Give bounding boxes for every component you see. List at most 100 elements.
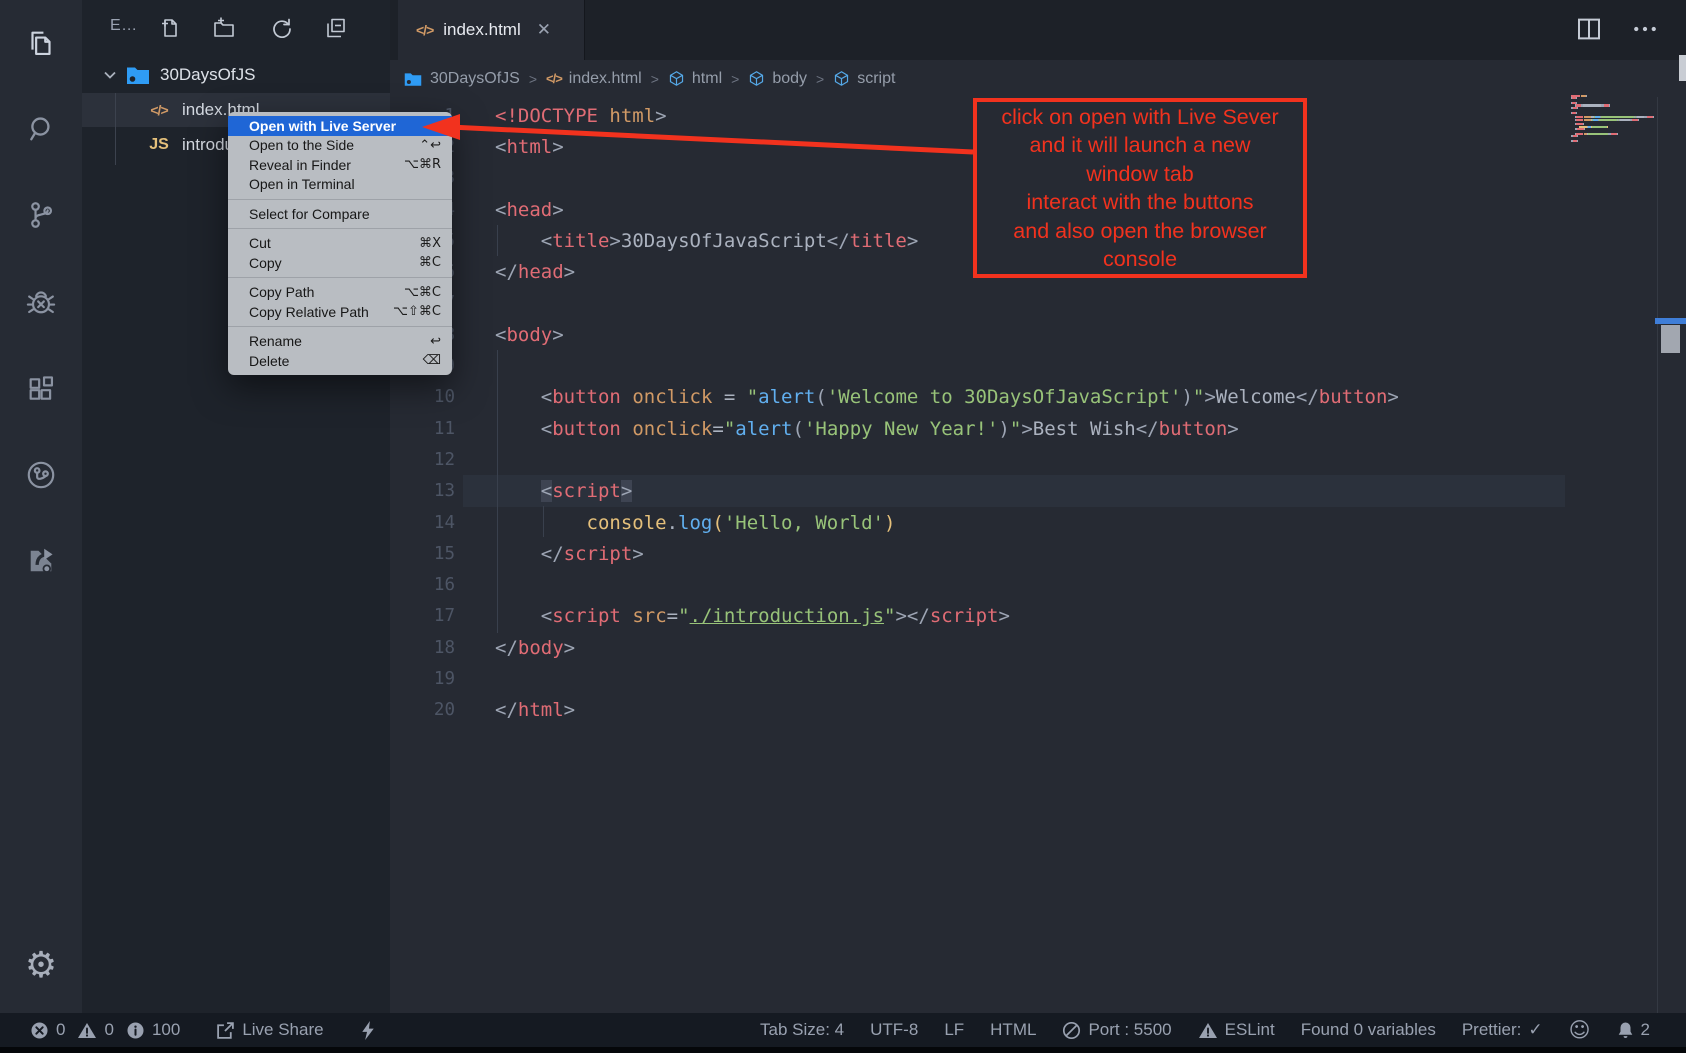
new-file-icon[interactable] — [158, 16, 182, 40]
code-line[interactable]: 10 <button onclick = "alert('Welcome to … — [390, 382, 1566, 413]
code-text: <script src="./introduction.js"></script… — [495, 605, 1010, 627]
files-icon[interactable] — [18, 20, 64, 66]
symbol-cube-icon — [668, 70, 685, 87]
tree-item-root-folder[interactable]: 30DaysOfJS — [82, 58, 390, 92]
chevron-right-icon: > — [529, 71, 537, 87]
breadcrumb-item-html[interactable]: html — [668, 70, 722, 88]
share-icon — [216, 1021, 235, 1040]
menu-item[interactable]: Copy⌘C — [228, 253, 452, 273]
bolt-icon[interactable] — [360, 1020, 376, 1041]
menu-item[interactable]: Reveal in Finder⌥⌘R — [228, 155, 452, 175]
code-line[interactable]: 11 <button onclick="alert('Happy New Yea… — [390, 413, 1566, 444]
code-line[interactable]: 15 </script> — [390, 538, 1566, 569]
menu-item[interactable]: Delete⌫ — [228, 351, 452, 371]
code-line[interactable]: 18</body> — [390, 632, 1566, 663]
menu-item[interactable]: Open with Live Server — [228, 116, 452, 136]
eslint-indicator[interactable]: ESLint — [1198, 1020, 1275, 1040]
search-icon[interactable] — [18, 106, 64, 152]
minimap-line — [1571, 128, 1585, 130]
breadcrumb-item-script[interactable]: script — [833, 70, 895, 88]
code-line[interactable]: 13 <script> — [390, 476, 1566, 507]
port-icon — [1062, 1021, 1081, 1040]
activity-bar: ⚙ — [0, 0, 82, 1013]
publish-icon[interactable] — [18, 538, 64, 584]
html-file-icon: </> — [142, 102, 176, 118]
encoding-indicator[interactable]: UTF-8 — [870, 1020, 918, 1040]
line-number: 19 — [390, 669, 455, 689]
code-text: </html> — [495, 699, 575, 721]
minimap-line — [1571, 112, 1577, 114]
code-line[interactable]: 16 — [390, 569, 1566, 600]
menu-item[interactable]: Open in Terminal — [228, 175, 452, 195]
eol-indicator[interactable]: LF — [944, 1020, 964, 1040]
code-line[interactable]: 9 — [390, 350, 1566, 381]
source-control-icon[interactable] — [18, 192, 64, 238]
code-text: <body> — [495, 324, 564, 346]
variables-indicator[interactable]: Found 0 variables — [1301, 1020, 1436, 1040]
menu-item[interactable]: Copy Relative Path⌥⇧⌘C — [228, 302, 452, 322]
breadcrumb-item-folder[interactable]: 30DaysOfJS — [403, 70, 520, 88]
status-bar: 0 0 100 Live Share Tab Size: 4 UTF — [0, 1013, 1686, 1053]
menu-item[interactable]: Copy Path⌥⌘C — [228, 283, 452, 303]
code-text: <button onclick="alert('Happy New Year!'… — [495, 418, 1239, 440]
breadcrumb-item-file[interactable]: </> index.html — [546, 70, 642, 88]
scroll-top-mark — [1679, 55, 1686, 81]
new-folder-icon[interactable] — [212, 16, 236, 40]
code-line[interactable]: 20 </html> — [390, 695, 1566, 726]
annotation-line: interact with the buttons — [977, 188, 1303, 217]
code-line[interactable]: 19 — [390, 663, 1566, 694]
feedback-smiley-icon[interactable]: ☺ — [1569, 1018, 1591, 1042]
minimap-line — [1571, 140, 1578, 142]
annotation-line: click on open with Live Sever — [977, 103, 1303, 132]
code-line[interactable]: 14 console.log('Hello, World') — [390, 507, 1566, 538]
refresh-icon[interactable] — [269, 16, 293, 40]
html-file-icon: </> — [416, 22, 433, 38]
breadcrumb-item-body[interactable]: body — [748, 70, 807, 88]
menu-item[interactable]: Select for Compare — [228, 204, 452, 224]
bell-icon — [1617, 1021, 1634, 1040]
debug-icon[interactable] — [18, 280, 64, 326]
scrollbar-divider — [1657, 97, 1658, 1013]
port-indicator[interactable]: Port : 5500 — [1062, 1020, 1171, 1040]
annotation-line: and also open the browser — [977, 217, 1303, 246]
annotation-line: console — [977, 245, 1303, 274]
collapse-all-icon[interactable] — [324, 16, 348, 40]
menu-item[interactable]: Cut⌘X — [228, 234, 452, 254]
minimap-line — [1571, 107, 1578, 109]
more-actions-icon[interactable] — [1630, 14, 1660, 44]
problems-warnings[interactable]: 0 — [77, 1020, 113, 1040]
explorer-title: E… — [110, 17, 138, 35]
tab-index-html[interactable]: </> index.html ✕ — [398, 0, 585, 60]
extensions-icon[interactable] — [18, 366, 64, 412]
chevron-right-icon: > — [731, 71, 739, 87]
minimap-line — [1571, 135, 1578, 137]
minimap-line — [1571, 97, 1577, 99]
prettier-indicator[interactable]: Prettier:✓ — [1462, 1020, 1543, 1040]
menu-separator — [228, 199, 452, 200]
scrollbar-thumb[interactable] — [1661, 325, 1680, 353]
tab-size-indicator[interactable]: Tab Size: 4 — [760, 1020, 844, 1040]
notifications-bell[interactable]: 2 — [1617, 1020, 1650, 1040]
code-text: console.log('Hello, World') — [495, 512, 895, 534]
line-number: 11 — [390, 419, 455, 439]
line-number: 20 — [390, 700, 455, 720]
line-number: 14 — [390, 513, 455, 533]
code-line[interactable]: 7 — [390, 288, 1566, 319]
language-indicator[interactable]: HTML — [990, 1020, 1036, 1040]
problems-infos[interactable]: 100 — [126, 1020, 180, 1040]
code-line[interactable]: 8<body> — [390, 319, 1566, 350]
menu-item[interactable]: Rename↩ — [228, 332, 452, 352]
live-share-button[interactable]: Live Share — [216, 1020, 323, 1040]
tree-item-label: 30DaysOfJS — [160, 65, 255, 85]
code-line[interactable]: 12 — [390, 444, 1566, 475]
split-editor-icon[interactable] — [1574, 14, 1604, 44]
gear-icon[interactable]: ⚙ — [18, 942, 64, 988]
menu-item[interactable]: Open to the Side⌃↩ — [228, 136, 452, 156]
live-share-icon[interactable] — [18, 452, 64, 498]
code-line[interactable]: 17 <script src="./introduction.js"></scr… — [390, 601, 1566, 632]
code-text: <!DOCTYPE html> — [495, 105, 667, 127]
close-icon[interactable]: ✕ — [537, 20, 551, 40]
code-text: <html> — [495, 136, 564, 158]
folder-icon — [125, 63, 151, 87]
problems-errors[interactable]: 0 — [30, 1020, 65, 1040]
